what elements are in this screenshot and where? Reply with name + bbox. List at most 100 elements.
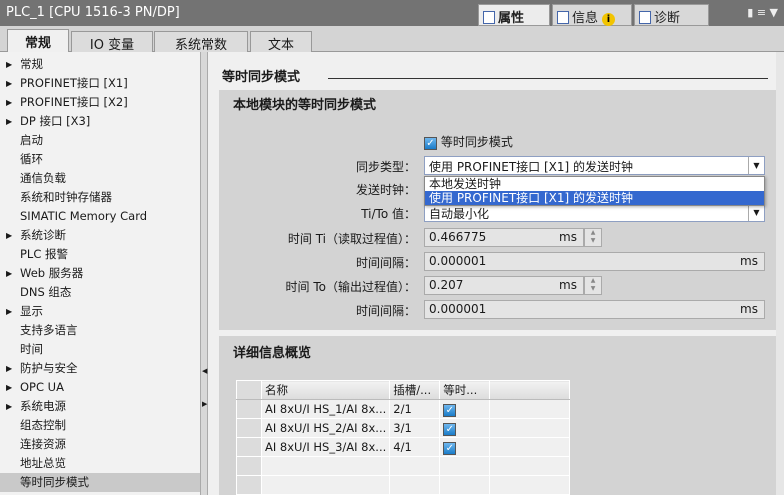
- option-local-clock[interactable]: 本地发送时钟: [425, 177, 764, 191]
- table-row[interactable]: AI 8xU/I HS_2/AI 8x... 3/1 ✓: [236, 418, 571, 438]
- tab-info[interactable]: 信息 i: [552, 4, 632, 26]
- empty-cell: [489, 399, 571, 419]
- to-input[interactable]: 0.207 ms: [424, 276, 584, 295]
- expand-arrow-icon[interactable]: ▶: [6, 93, 12, 112]
- expand-arrow-icon[interactable]: ▶: [6, 264, 12, 283]
- nav-item[interactable]: PLC 报警: [0, 245, 200, 264]
- chevron-down-icon[interactable]: ▼: [770, 6, 778, 19]
- window-buttons[interactable]: ▮ ≡ ▼: [747, 6, 778, 19]
- divider: [328, 78, 768, 79]
- restore-icon[interactable]: ▮: [747, 6, 753, 19]
- row-header[interactable]: [236, 437, 262, 457]
- tab-general[interactable]: 常规: [7, 29, 69, 53]
- nav-item[interactable]: ▶ OPC UA: [0, 378, 200, 397]
- nav-item-label: 循环: [20, 152, 43, 166]
- expand-right-icon[interactable]: ▶: [202, 400, 207, 408]
- nav-item[interactable]: 连接资源: [0, 435, 200, 454]
- nav-item[interactable]: DNS 组态: [0, 283, 200, 302]
- nav-item[interactable]: 等时同步模式: [0, 473, 200, 492]
- nav-item[interactable]: ▶ PROFINET接口 [X2]: [0, 93, 200, 112]
- menu-icon[interactable]: ≡: [757, 6, 766, 19]
- table-row[interactable]: AI 8xU/I HS_3/AI 8x... 4/1 ✓: [236, 437, 571, 457]
- empty-cell: [489, 437, 571, 457]
- window-title: PLC_1 [CPU 1516-3 PN/DP]: [6, 5, 180, 20]
- tab-diagnostics[interactable]: 诊断: [634, 4, 709, 26]
- sync-type-dropdown-list[interactable]: 本地发送时钟 使用 PROFINET接口 [X1] 的发送时钟: [424, 176, 765, 206]
- nav-item[interactable]: 地址总览: [0, 454, 200, 473]
- row-header[interactable]: [236, 418, 262, 438]
- nav-item[interactable]: ▶ 防护与安全: [0, 359, 200, 378]
- col-slot[interactable]: 插槽/...: [389, 380, 441, 400]
- ti-input[interactable]: 0.466775 ms: [424, 228, 584, 247]
- empty-row: [236, 456, 571, 476]
- checkbox-checked-icon[interactable]: ✓: [443, 403, 457, 417]
- nav-item[interactable]: 支持多语言: [0, 321, 200, 340]
- expand-arrow-icon[interactable]: ▶: [6, 55, 12, 74]
- local-module-section: 本地模块的等时同步模式 ✓ 等时同步模式 同步类型： 使用 PROFINET接口…: [219, 90, 776, 330]
- expand-arrow-icon[interactable]: ▶: [6, 112, 12, 131]
- expand-arrow-icon[interactable]: ▶: [6, 397, 12, 416]
- nav-item[interactable]: ▶ Web 服务器: [0, 264, 200, 283]
- empty-cell: [439, 475, 491, 495]
- nav-item-label: PLC 报警: [20, 247, 69, 261]
- col-name[interactable]: 名称: [260, 380, 391, 400]
- checkbox-checked-icon[interactable]: ✓: [443, 422, 457, 436]
- nav-item[interactable]: ▶ DP 接口 [X3]: [0, 112, 200, 131]
- iso-mode-checkbox[interactable]: ✓ 等时同步模式: [424, 133, 513, 150]
- empty-cell: [489, 418, 571, 438]
- nav-item[interactable]: ▶ 显示: [0, 302, 200, 321]
- nav-item[interactable]: 时间: [0, 340, 200, 359]
- nav-item[interactable]: 启动: [0, 131, 200, 150]
- row-name: AI 8xU/I HS_2/AI 8x...: [260, 418, 391, 438]
- tab-system-constants[interactable]: 系统常数: [154, 31, 248, 53]
- tab-label: 信息: [572, 11, 599, 26]
- splitter[interactable]: ◀ ▶: [200, 52, 208, 495]
- nav-item[interactable]: 循环: [0, 150, 200, 169]
- nav-item-label: 显示: [20, 304, 43, 318]
- row-header[interactable]: [236, 399, 262, 419]
- nav-item-label: PROFINET接口 [X1]: [20, 76, 128, 90]
- nav-item[interactable]: SIMATIC Memory Card: [0, 207, 200, 226]
- row-iso: ✓: [439, 437, 491, 457]
- nav-item-label: 系统诊断: [20, 228, 66, 242]
- ti-stepper[interactable]: ▲ ▼: [584, 228, 602, 247]
- nav-item[interactable]: 通信负载: [0, 169, 200, 188]
- checkbox-checked-icon[interactable]: ✓: [424, 137, 437, 150]
- option-profinet-clock[interactable]: 使用 PROFINET接口 [X1] 的发送时钟: [425, 191, 764, 205]
- to-stepper[interactable]: ▲ ▼: [584, 276, 602, 295]
- tab-texts[interactable]: 文本: [250, 31, 312, 53]
- nav-item[interactable]: 系统和时钟存储器: [0, 188, 200, 207]
- col-iso[interactable]: 等时...: [439, 380, 491, 400]
- to-label: 时间 To（输出过程值）：: [285, 280, 416, 294]
- empty-cell: [389, 475, 441, 495]
- nav-item-label: PROFINET接口 [X2]: [20, 95, 128, 109]
- vertical-scrollbar[interactable]: [776, 52, 784, 495]
- nav-item[interactable]: ▶ 系统诊断: [0, 226, 200, 245]
- nav-item-label: OPC UA: [20, 380, 64, 394]
- tab-label: 属性: [498, 11, 525, 26]
- expand-arrow-icon[interactable]: ▶: [6, 378, 12, 397]
- tito-label: Ti/To 值：: [361, 207, 416, 221]
- sync-type-select[interactable]: 使用 PROFINET接口 [X1] 的发送时钟 ▼: [424, 156, 765, 175]
- expand-arrow-icon[interactable]: ▶: [6, 74, 12, 93]
- nav-item[interactable]: ▶ 常规: [0, 55, 200, 74]
- empty-cell: [439, 456, 491, 476]
- row-iso: ✓: [439, 399, 491, 419]
- tab-properties[interactable]: 属性: [478, 4, 550, 26]
- nav-item[interactable]: ▶ 系统电源: [0, 397, 200, 416]
- expand-arrow-icon[interactable]: ▶: [6, 226, 12, 245]
- nav-item[interactable]: ▶ PROFINET接口 [X1]: [0, 74, 200, 93]
- tab-io-tags[interactable]: IO 变量: [71, 31, 153, 53]
- expand-arrow-icon[interactable]: ▶: [6, 302, 12, 321]
- empty-row: [236, 475, 571, 495]
- collapse-left-icon[interactable]: ◀: [202, 367, 207, 375]
- ti-interval-label: 时间间隔：: [355, 256, 416, 270]
- table-row[interactable]: AI 8xU/I HS_1/AI 8x... 2/1 ✓: [236, 399, 571, 419]
- chevron-down-icon[interactable]: ▼: [748, 204, 764, 221]
- empty-cell: [389, 456, 441, 476]
- checkbox-checked-icon[interactable]: ✓: [443, 441, 457, 455]
- expand-arrow-icon[interactable]: ▶: [6, 359, 12, 378]
- nav-item[interactable]: 组态控制: [0, 416, 200, 435]
- chevron-down-icon[interactable]: ▼: [748, 157, 764, 174]
- nav-item-label: 支持多语言: [20, 323, 78, 337]
